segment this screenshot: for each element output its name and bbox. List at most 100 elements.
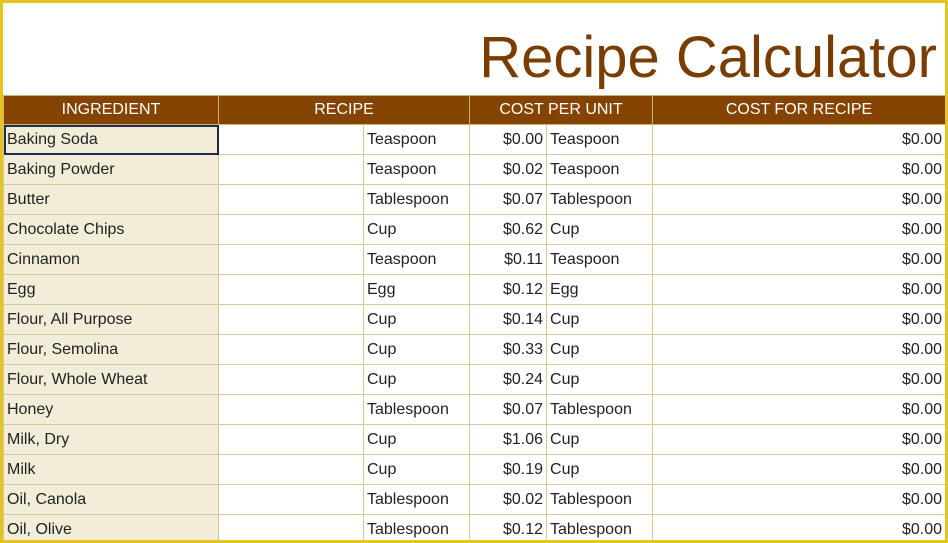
recipe-unit-cell[interactable]: Cup [362,364,471,395]
cost-unit-cell[interactable]: Teaspoon [546,244,654,275]
recipe-unit-cell[interactable]: Cup [362,214,471,245]
cost-unit-cell[interactable]: Cup [546,214,654,245]
recipe-unit-cell[interactable]: Tablespoon [362,514,471,540]
header-cost-for-recipe[interactable]: COST FOR RECIPE [652,95,945,125]
table-row: Oil, Olive Tablespoon $0.12 Tablespoon $0.00 [3,514,945,540]
table-row: Flour, All Purpose Cup $0.14 Cup $0.00 [3,304,945,335]
recipe-unit-cell[interactable]: Teaspoon [362,154,471,185]
cost-per-unit-cell[interactable]: $0.00 [469,124,548,155]
cost-for-recipe-cell[interactable]: $0.00 [652,484,945,515]
ingredient-cell[interactable]: Milk, Dry [3,424,219,455]
cost-per-unit-cell[interactable]: $0.12 [469,274,548,305]
header-cost-per-unit[interactable]: COST PER UNIT [469,95,654,125]
table-row: Oil, Canola Tablespoon $0.02 Tablespoon $0.0… [3,484,945,515]
cost-per-unit-cell[interactable]: $0.11 [469,244,548,275]
cost-per-unit-cell[interactable]: $0.62 [469,214,548,245]
cost-for-recipe-cell[interactable]: $0.00 [652,364,945,395]
cost-unit-cell[interactable]: Tablespoon [546,514,654,540]
ingredient-cell[interactable]: Flour, Semolina [3,334,219,365]
cost-for-recipe-cell[interactable]: $0.00 [652,244,945,275]
ingredient-cell[interactable]: Honey [3,394,219,425]
ingredient-cell[interactable]: Oil, Olive [3,514,219,540]
ingredient-cell[interactable]: Egg [3,274,219,305]
recipe-unit-cell[interactable]: Tablespoon [362,184,471,215]
header-ingredient[interactable]: INGREDIENT [3,95,219,125]
cost-for-recipe-cell[interactable]: $0.00 [652,514,945,540]
ingredient-cell[interactable]: Baking Powder [3,154,219,185]
ingredient-cell[interactable]: Chocolate Chips [3,214,219,245]
table-row: Flour, Semolina Cup $0.33 Cup $0.00 [3,334,945,365]
cost-unit-cell[interactable]: Teaspoon [546,124,654,155]
recipe-unit-cell[interactable]: Teaspoon [362,244,471,275]
table-row: Cinnamon Teaspoon $0.11 Teaspoon $0.00 [3,244,945,275]
cost-per-unit-cell[interactable]: $0.02 [469,484,548,515]
cost-for-recipe-cell[interactable]: $0.00 [652,304,945,335]
recipe-quantity-cell[interactable] [218,424,364,455]
cost-per-unit-cell[interactable]: $0.12 [469,514,548,540]
recipe-unit-cell[interactable]: Tablespoon [362,484,471,515]
cost-per-unit-cell[interactable]: $0.14 [469,304,548,335]
cost-for-recipe-cell[interactable]: $0.00 [652,274,945,305]
cost-for-recipe-cell[interactable]: $0.00 [652,124,945,155]
cost-for-recipe-cell[interactable]: $0.00 [652,454,945,485]
ingredient-cell[interactable]: Baking Soda [3,124,219,155]
cost-per-unit-cell[interactable]: $0.07 [469,394,548,425]
cost-unit-cell[interactable]: Tablespoon [546,394,654,425]
ingredient-cell[interactable]: Milk [3,454,219,485]
cost-unit-cell[interactable]: Cup [546,304,654,335]
cost-for-recipe-cell[interactable]: $0.00 [652,154,945,185]
cost-per-unit-cell[interactable]: $0.07 [469,184,548,215]
table-row: Honey Tablespoon $0.07 Tablespoon $0.00 [3,394,945,425]
recipe-unit-cell[interactable]: Cup [362,454,471,485]
cost-unit-cell[interactable]: Cup [546,424,654,455]
cost-unit-cell[interactable]: Cup [546,364,654,395]
cost-for-recipe-cell[interactable]: $0.00 [652,184,945,215]
recipe-quantity-cell[interactable] [218,274,364,305]
recipe-quantity-cell[interactable] [218,184,364,215]
recipe-quantity-cell[interactable] [218,514,364,540]
recipe-unit-cell[interactable]: Cup [362,304,471,335]
recipe-quantity-cell[interactable] [218,394,364,425]
ingredient-cell[interactable]: Butter [3,184,219,215]
recipe-quantity-cell[interactable] [218,214,364,245]
cost-for-recipe-cell[interactable]: $0.00 [652,214,945,245]
table-row: Baking Soda Teaspoon $0.00 Teaspoon $0.00 [3,124,945,155]
header-row: INGREDIENT RECIPE COST PER UNIT COST FOR… [3,95,945,125]
recipe-quantity-cell[interactable] [218,304,364,335]
ingredient-cell[interactable]: Oil, Canola [3,484,219,515]
table-row: Egg Egg $0.12 Egg $0.00 [3,274,945,305]
cost-for-recipe-cell[interactable]: $0.00 [652,424,945,455]
recipe-quantity-cell[interactable] [218,334,364,365]
recipe-unit-cell[interactable]: Cup [362,334,471,365]
cost-unit-cell[interactable]: Cup [546,454,654,485]
recipe-unit-cell[interactable]: Teaspoon [362,124,471,155]
recipe-quantity-cell[interactable] [218,244,364,275]
cost-for-recipe-cell[interactable]: $0.00 [652,334,945,365]
recipe-quantity-cell[interactable] [218,454,364,485]
cost-unit-cell[interactable]: Tablespoon [546,484,654,515]
table-row: Chocolate Chips Cup $0.62 Cup $0.00 [3,214,945,245]
cost-per-unit-cell[interactable]: $0.24 [469,364,548,395]
cost-per-unit-cell[interactable]: $0.33 [469,334,548,365]
cost-per-unit-cell[interactable]: $1.06 [469,424,548,455]
recipe-unit-cell[interactable]: Tablespoon [362,394,471,425]
ingredient-cell[interactable]: Flour, All Purpose [3,304,219,335]
ingredient-cell[interactable]: Cinnamon [3,244,219,275]
table-row: Butter Tablespoon $0.07 Tablespoon $0.00 [3,184,945,215]
cost-unit-cell[interactable]: Teaspoon [546,154,654,185]
cost-unit-cell[interactable]: Egg [546,274,654,305]
header-recipe[interactable]: RECIPE [217,95,471,125]
recipe-quantity-cell[interactable] [218,364,364,395]
cost-per-unit-cell[interactable]: $0.19 [469,454,548,485]
cost-per-unit-cell[interactable]: $0.02 [469,154,548,185]
recipe-quantity-cell[interactable] [218,484,364,515]
recipe-quantity-cell[interactable] [218,154,364,185]
recipe-unit-cell[interactable]: Egg [362,274,471,305]
cost-unit-cell[interactable]: Tablespoon [546,184,654,215]
recipe-quantity-cell[interactable] [218,124,364,155]
spreadsheet: Recipe Calculator INGREDIENT RECIPE COST… [0,0,948,543]
recipe-unit-cell[interactable]: Cup [362,424,471,455]
ingredient-cell[interactable]: Flour, Whole Wheat [3,364,219,395]
cost-for-recipe-cell[interactable]: $0.00 [652,394,945,425]
cost-unit-cell[interactable]: Cup [546,334,654,365]
